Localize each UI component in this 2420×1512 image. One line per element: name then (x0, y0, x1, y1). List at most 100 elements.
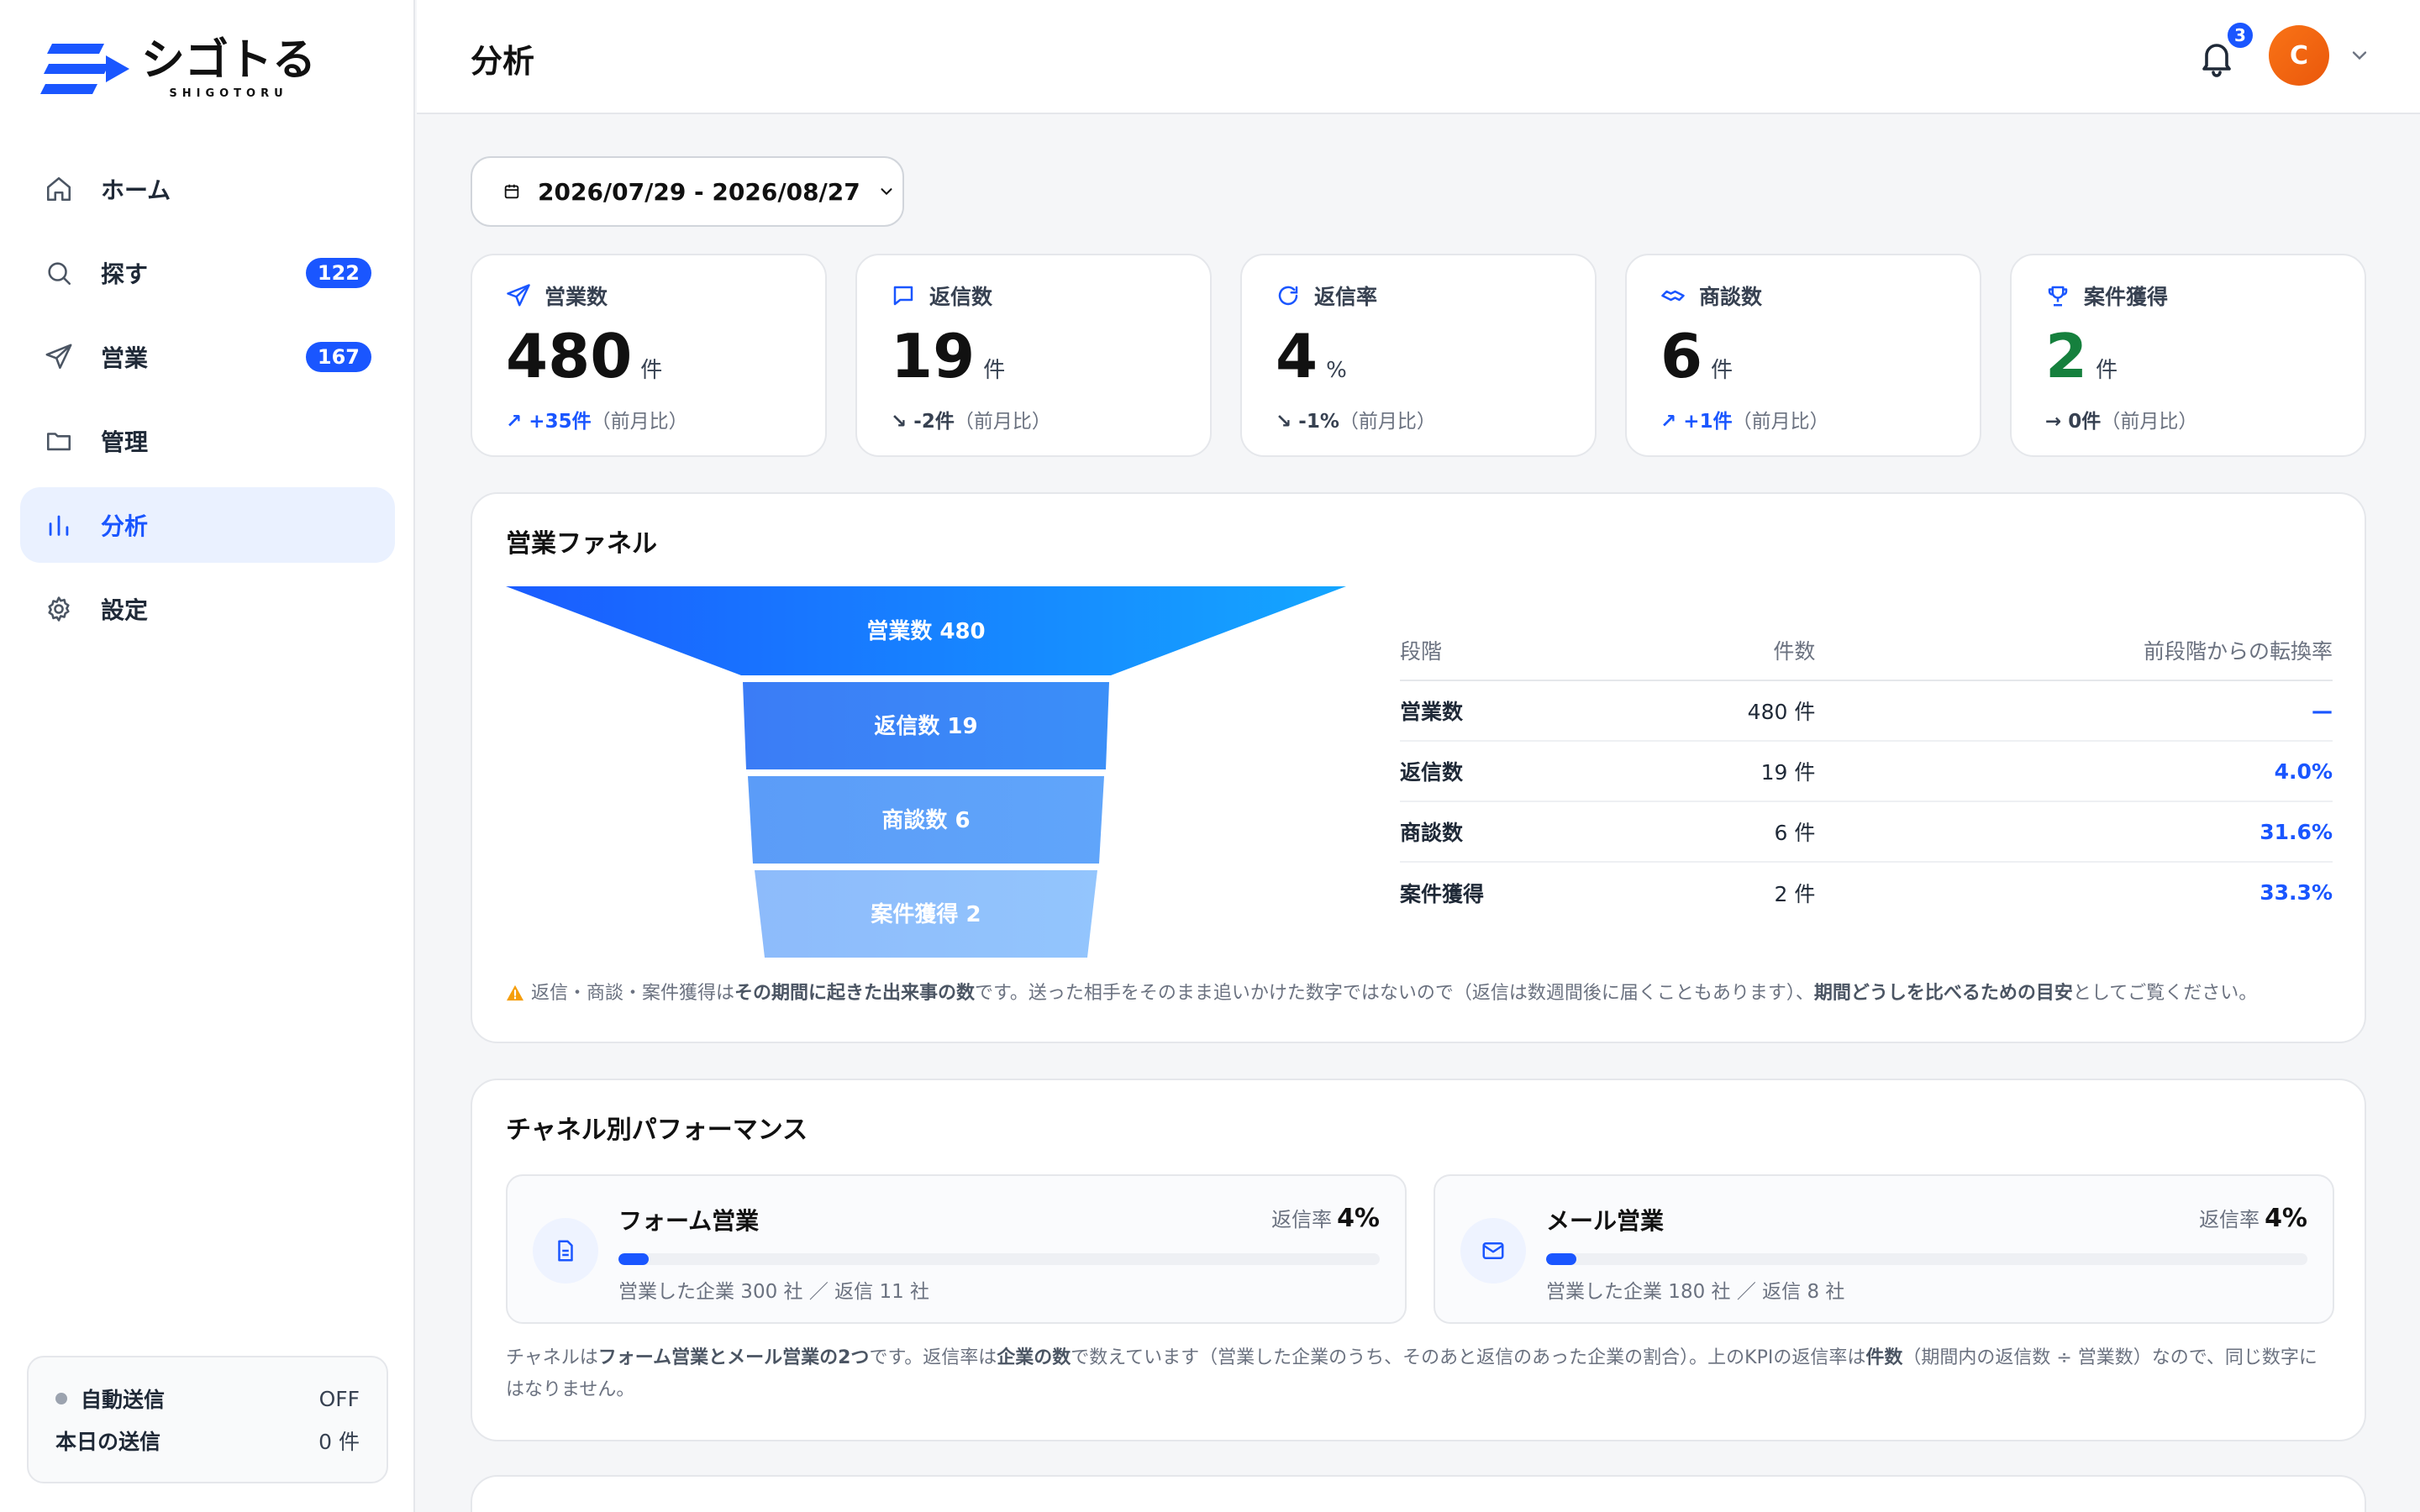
trend-up-icon: ↗ (506, 411, 523, 433)
column-header: 前段階からの転換率 (1815, 620, 2333, 681)
sidebar-item-sales[interactable]: 営業 167 (20, 319, 395, 395)
channel-rate-bar (618, 1253, 1380, 1265)
kpi-value: 2 (2045, 321, 2088, 391)
status-dot (55, 1393, 67, 1404)
kpi-card-sales: 営業数 480 件 ↗ +35件（前月比） (471, 254, 827, 457)
table-row: 営業数 480 件 — (1400, 680, 2333, 742)
funnel-stage-label: 返信数 19 (874, 714, 977, 739)
stage-conversion: 4.0% (1815, 741, 2333, 802)
logo[interactable]: シゴトる SHIGOTORU (40, 39, 316, 100)
channel-rate: 返信率 4% (2199, 1204, 2307, 1233)
sidebar-item-analytics[interactable]: 分析 (20, 487, 395, 563)
kpi-unit: 件 (2096, 358, 2118, 383)
stage-name: 案件獲得 (1400, 881, 1485, 906)
stage-conversion: 31.6% (1815, 801, 2333, 863)
channel-email[interactable]: メール営業 返信率 4% 営業した企業 180 社 ／ 返信 8 社 (1434, 1174, 2334, 1324)
sidebar-item-home[interactable]: ホーム (20, 151, 395, 227)
document-icon (533, 1218, 598, 1284)
channel-form[interactable]: フォーム営業 返信率 4% 営業した企業 300 社 ／ 返信 11 社 (506, 1174, 1407, 1324)
kpi-delta: ↘ -2件（前月比） (891, 411, 1051, 433)
notification-badge: 3 (2225, 20, 2255, 50)
column-header: 段階 (1400, 620, 1630, 681)
send-icon (506, 283, 531, 308)
card-title: 営業ファネル (506, 529, 657, 559)
channel-rate-fill (618, 1253, 650, 1265)
chat-icon (891, 283, 916, 308)
sidebar-item-label: 分析 (101, 512, 149, 540)
kpi-label: 営業数 (544, 285, 608, 309)
logo-subtext: SHIGOTORU (169, 87, 288, 100)
kpi-delta: ↘ -1%（前月比） (1276, 411, 1436, 433)
stage-count: 6 件 (1629, 801, 1816, 863)
calendar-icon (504, 184, 519, 199)
today-send-value: 0 件 (318, 1430, 360, 1454)
funnel-stage-label: 営業数 480 (866, 619, 985, 644)
logo-arrow-icon (40, 43, 129, 94)
sidebar-item-settings[interactable]: 設定 (20, 571, 395, 647)
channel-name: フォーム営業 (618, 1207, 760, 1235)
channel-name: メール営業 (1546, 1207, 1665, 1235)
channel-rate: 返信率 4% (1271, 1204, 1380, 1233)
stage-count: 19 件 (1629, 741, 1816, 802)
sidebar-item-label: 探す (101, 260, 149, 288)
kpi-label: 返信数 (929, 285, 993, 309)
funnel-stage-label: 商談数 6 (881, 807, 970, 833)
channel-rate-bar (1546, 1253, 2307, 1265)
channel-summary: 営業した企業 300 社 ／ 返信 11 社 (618, 1281, 930, 1303)
channel-rate-fill (1546, 1253, 1577, 1265)
table-row: 案件獲得 2 件 33.3% (1400, 862, 2333, 922)
kpi-value: 6 (1660, 321, 1703, 391)
date-range-label: 2026/07/29 - 2026/08/27 (538, 177, 860, 206)
channel-note: チャネルはフォーム営業とメール営業の2つです。返信率は企業の数で数えています（営… (506, 1347, 2317, 1400)
column-header: 件数 (1629, 620, 1816, 681)
funnel-table: 段階 件数 前段階からの転換率 営業数 480 件 — 返信数 19 件 4.0… (1400, 620, 2333, 922)
sidebar-nav: ホーム 探す 122 営業 167 管理 分析 設定 (20, 151, 395, 655)
trophy-icon (2045, 283, 2070, 308)
stage-count: 2 件 (1774, 881, 1816, 906)
auto-send-status[interactable]: OFF (319, 1387, 360, 1411)
table-row: 返信数 19 件 4.0% (1400, 741, 2333, 802)
sales-funnel-card: 営業ファネル 営業数 480 返信数 19 商談数 6 案件獲得 2 段階 件数… (471, 492, 2366, 1043)
avatar[interactable]: C (2269, 25, 2329, 86)
sidebar-item-search[interactable]: 探す 122 (20, 235, 395, 311)
kpi-delta: ↗ +35件（前月比） (506, 411, 688, 433)
funnel-stage-label: 案件獲得 2 (870, 901, 981, 927)
trend-down-icon: ↘ (891, 411, 908, 433)
card-title: チャネル別パフォーマンス (506, 1116, 808, 1145)
trend-flat-icon: → (2045, 411, 2062, 433)
date-range-picker[interactable]: 2026/07/29 - 2026/08/27 (471, 156, 904, 227)
home-icon (44, 174, 74, 204)
count-badge: 167 (305, 342, 371, 372)
kpi-unit: 件 (983, 358, 1006, 383)
kpi-label: 案件獲得 (2084, 285, 2169, 309)
chevron-down-icon[interactable] (2348, 44, 2371, 67)
next-section-card (471, 1475, 2366, 1512)
channel-performance-card: チャネル別パフォーマンス フォーム営業 返信率 4% 営業した企業 300 社 ／… (471, 1079, 2366, 1441)
kpi-value: 4 (1276, 321, 1318, 391)
sidebar-item-label: 設定 (101, 596, 149, 624)
top-header: 分析 3 C (417, 0, 2420, 114)
sidebar-item-manage[interactable]: 管理 (20, 403, 395, 479)
trend-down-icon: ↘ (1276, 411, 1292, 433)
kpi-card-deals: 案件獲得 2件 → 0件（前月比） (2010, 254, 2366, 457)
trend-up-icon: ↗ (1660, 411, 1677, 433)
sidebar-item-label: ホーム (101, 176, 171, 204)
chevron-down-icon (881, 188, 892, 196)
kpi-unit: 件 (640, 358, 663, 383)
kpi-delta: → 0件（前月比） (2045, 411, 2198, 433)
kpi-label: 商談数 (1699, 285, 1763, 309)
sidebar-item-label: 管理 (101, 428, 149, 456)
stage-name: 商談数 (1400, 801, 1630, 863)
auto-send-panel: 自動送信 OFF 本日の送信 0 件 (27, 1356, 388, 1483)
kpi-card-replies: 返信数 19 件 ↘ -2件（前月比） (855, 254, 1212, 457)
funnel-note: 返信・商談・案件獲得はその期間に起きた出来事の数です。送った相手をそのまま追いか… (506, 978, 2257, 1010)
mail-icon (1460, 1218, 1526, 1284)
kpi-value: 480 (506, 321, 633, 391)
refresh-icon (1276, 283, 1301, 308)
search-icon (44, 258, 74, 288)
kpi-card-reply-rate: 返信率 4% ↘ -1%（前月比） (1240, 254, 1597, 457)
sidebar: シゴトる SHIGOTORU ホーム 探す 122 営業 167 管理 分析 設… (0, 0, 415, 1512)
send-icon (44, 342, 74, 372)
stage-conversion: — (1815, 680, 2333, 742)
count-badge: 122 (305, 258, 371, 288)
